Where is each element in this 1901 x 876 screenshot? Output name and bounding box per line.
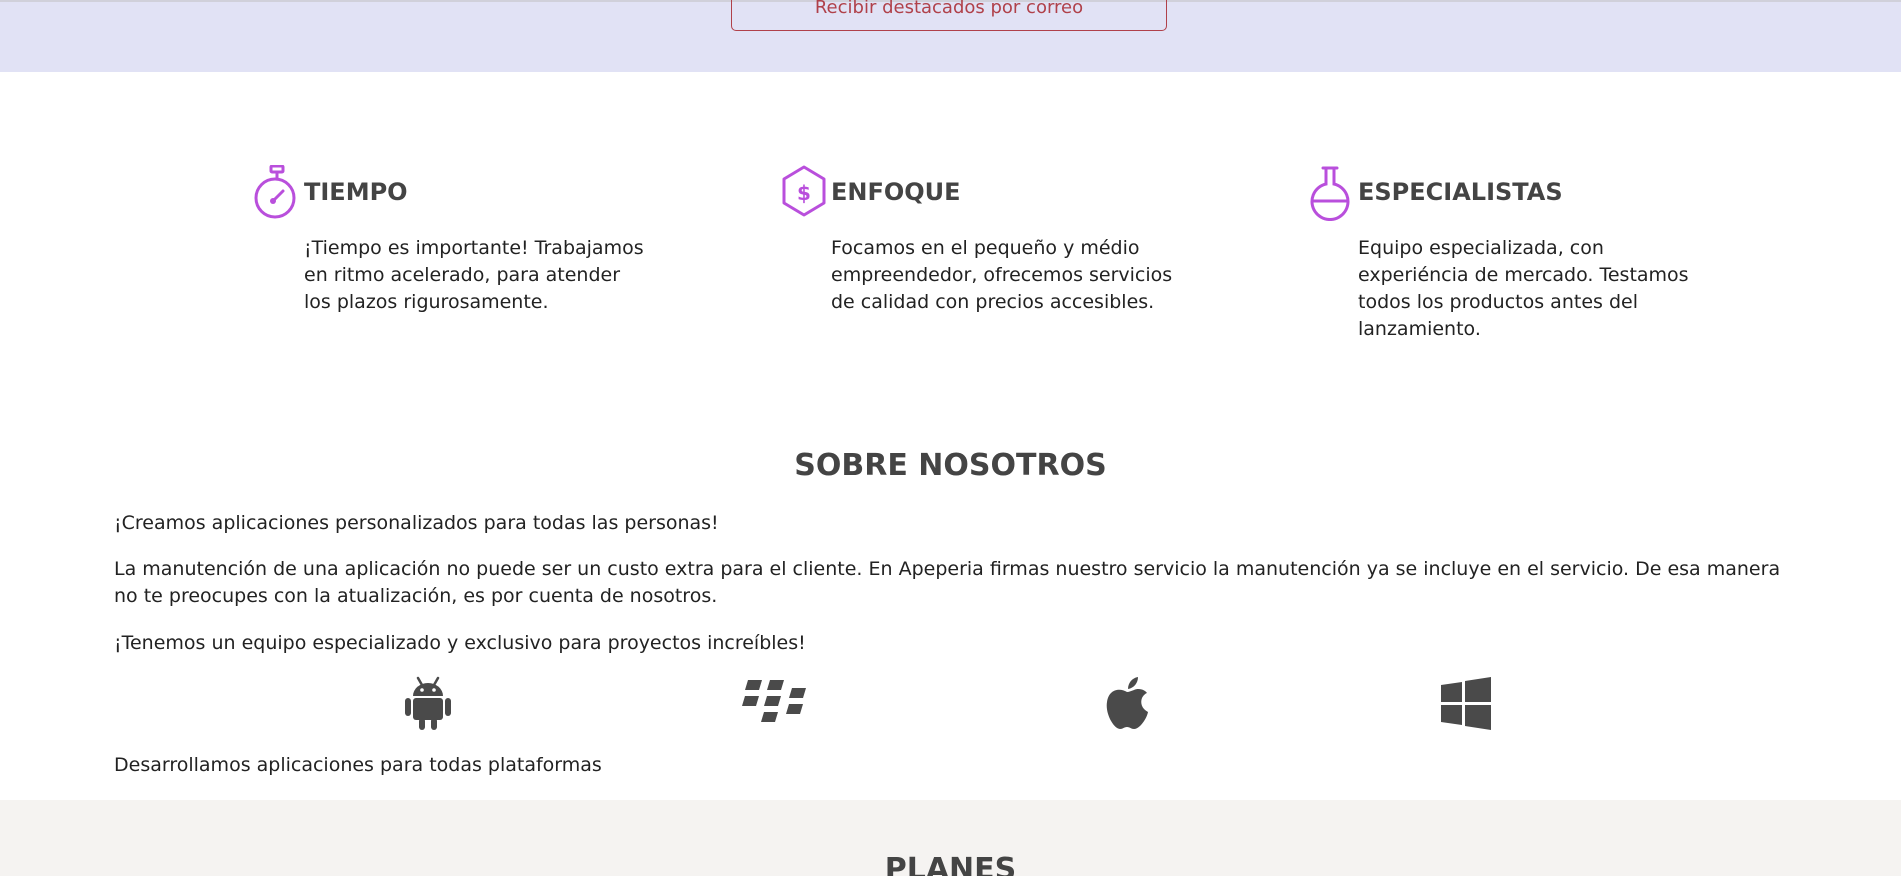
svg-text:$: $ — [797, 181, 811, 205]
newsletter-band: Recibir destacados por correo — [0, 0, 1901, 72]
feature-description: Equipo especializada, con experiéncia de… — [1358, 237, 1689, 340]
blackberry-icon — [742, 680, 806, 722]
about-paragraph-3: ¡Tenemos un equipo especializado y exclu… — [114, 632, 806, 654]
dollar-hexagon-icon: $ — [782, 165, 826, 217]
feature-title: ESPECIALISTAS — [1358, 178, 1563, 206]
feature-description: Focamos en el pequeño y médio empreended… — [831, 237, 1173, 313]
platforms-caption: Desarrollamos aplicaciones para todas pl… — [114, 754, 602, 776]
about-paragraph-1: ¡Creamos aplicaciones personalizados par… — [114, 512, 719, 534]
feature-title: TIEMPO — [304, 178, 408, 206]
plans-title: PLANES — [884, 852, 1017, 876]
feature-description: ¡Tiempo es importante! Trabajamos en rit… — [304, 237, 644, 313]
stopwatch-icon — [254, 165, 296, 219]
about-title: SOBRE NOSOTROS — [794, 448, 1107, 483]
plans-section: PLANES — [0, 800, 1901, 876]
apple-icon — [1106, 677, 1148, 729]
windows-icon — [1441, 677, 1491, 730]
feature-title: ENFOQUE — [831, 178, 961, 206]
flask-icon — [1310, 166, 1350, 221]
page: Recibir destacados por correo TIEMPO ¡Ti… — [0, 0, 1901, 876]
newsletter-subscribe-button[interactable]: Recibir destacados por correo — [731, 0, 1167, 31]
about-paragraph-2: La manutención de una aplicación no pued… — [114, 558, 1781, 607]
android-icon — [405, 676, 451, 730]
